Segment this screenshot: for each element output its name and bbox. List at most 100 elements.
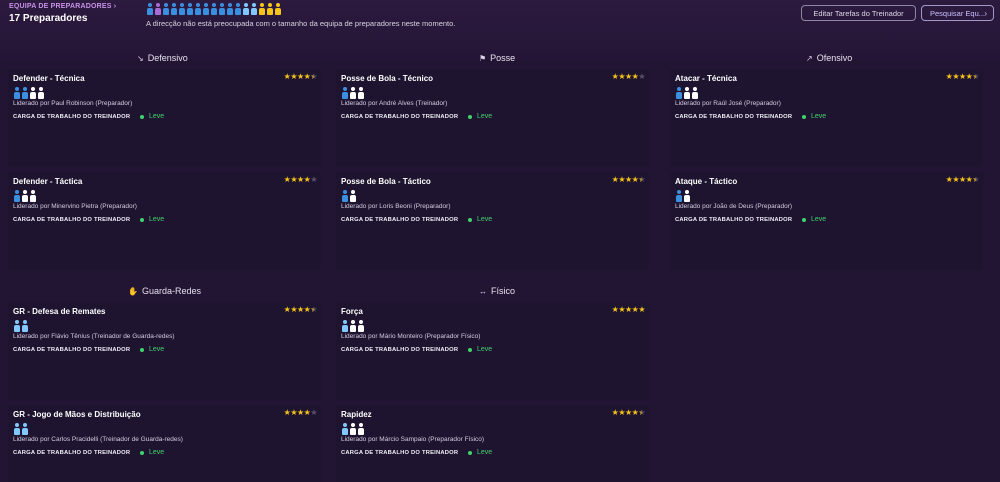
staff-assigned: [13, 87, 45, 99]
card-title[interactable]: Atacar - Técnica: [675, 74, 737, 83]
attacking-icon: ↗: [806, 53, 813, 63]
workload-label: CARGA DE TRABALHO DO TREINADOR: [341, 217, 459, 223]
training-card[interactable]: Posse de Bola - Táctico ★★★★★ Liderado por…: [336, 172, 649, 270]
section-defensivo: ↘ Defensivo: [137, 53, 188, 63]
person-icon: [691, 87, 698, 99]
page-title: 17 Preparadores: [9, 13, 88, 24]
workload-value: Leve: [811, 113, 827, 120]
star-rating: ★★★★★: [284, 175, 318, 184]
staff-assigned: [341, 87, 365, 99]
card-title[interactable]: Ataque - Táctico: [675, 177, 737, 186]
card-leader: Liderado por Mário Monteiro (Preparador …: [341, 333, 481, 340]
star-icon: ★: [310, 305, 317, 314]
star-icon: ★: [296, 305, 304, 314]
staff-assigned: [341, 320, 365, 332]
workload-dot-icon: [468, 218, 472, 222]
workload-dot-icon: [468, 115, 472, 119]
defending-icon: ↘: [137, 53, 144, 63]
training-card[interactable]: Atacar - Técnica ★★★★★ Liderado por Raúl J…: [670, 69, 983, 167]
workload-value: Leve: [149, 449, 165, 456]
training-card[interactable]: GR - Jogo de Mãos e Distribuição ★★★★★ Lid…: [8, 405, 321, 482]
card-title[interactable]: GR - Jogo de Mãos e Distribuição: [13, 410, 141, 419]
person-icon: [21, 423, 28, 435]
card-leader: Liderado por Raúl José (Preparador): [675, 100, 781, 107]
card-leader: Liderado por André Alves (Treinador): [341, 100, 448, 107]
staff-assigned: [675, 87, 699, 99]
star-icon: ★: [638, 408, 645, 417]
breadcrumb[interactable]: EQUIPA DE PREPARADORES ›: [9, 3, 116, 10]
training-card[interactable]: Força ★★★★★ Liderado por Mário Monteiro (P…: [336, 302, 649, 400]
card-title[interactable]: Força: [341, 307, 363, 316]
star-icon: ★: [952, 72, 959, 81]
person-icon: [357, 87, 364, 99]
person-icon: [210, 3, 217, 15]
person-icon: [170, 3, 177, 15]
person-icon: [349, 423, 356, 435]
workload-value: Leve: [477, 449, 493, 456]
breadcrumb-label: EQUIPA DE PREPARADORES: [9, 3, 112, 10]
star-icon: ★: [618, 408, 625, 417]
workload-label: CARGA DE TRABALHO DO TREINADOR: [341, 114, 459, 120]
training-card[interactable]: Rapidez ★★★★★ Liderado por Márcio Sampaio …: [336, 405, 649, 482]
star-icon: ★: [638, 175, 645, 184]
person-icon: [29, 87, 36, 99]
workload-dot-icon: [140, 451, 144, 455]
star-rating: ★★★★★: [284, 72, 318, 81]
workload-value: Leve: [477, 113, 493, 120]
card-title[interactable]: Rapidez: [341, 410, 372, 419]
card-title[interactable]: Posse de Bola - Técnico: [341, 74, 433, 83]
card-title[interactable]: Defender - Táctica: [13, 177, 82, 186]
star-icon: ★: [618, 72, 625, 81]
person-icon: [274, 3, 281, 15]
search-staff-button[interactable]: Pesquisar Equ... ›: [921, 5, 994, 21]
star-icon: ★: [296, 175, 304, 184]
person-icon: [186, 3, 193, 15]
workload-value: Leve: [477, 346, 493, 353]
training-card[interactable]: Defender - Técnica ★★★★★ Liderado por Paul…: [8, 69, 321, 167]
section-ofensivo-label: Ofensivo: [816, 53, 853, 63]
edit-coach-duties-button[interactable]: Editar Tarefas do Treinador: [801, 5, 916, 21]
person-icon: [683, 87, 690, 99]
card-leader: Liderado por Carlos Pracidelli (Treinado…: [13, 436, 183, 443]
training-card[interactable]: Ataque - Táctico ★★★★★ Liderado por João d…: [670, 172, 983, 270]
goalkeeper-icon: ✋: [128, 286, 138, 296]
star-icon: ★: [296, 72, 304, 81]
star-icon: ★: [624, 72, 632, 81]
card-title[interactable]: Posse de Bola - Táctico: [341, 177, 431, 186]
person-icon: [357, 423, 364, 435]
chevron-right-icon: ›: [113, 3, 117, 10]
card-leader: Liderado por Márcio Sampaio (Preparador …: [341, 436, 485, 443]
training-card[interactable]: Posse de Bola - Técnico ★★★★★ Liderado por…: [336, 69, 649, 167]
person-icon: [226, 3, 233, 15]
workload-dot-icon: [802, 218, 806, 222]
section-ofensivo: ↗ Ofensivo: [806, 53, 852, 63]
star-icon: ★: [296, 408, 304, 417]
star-rating: ★★★★★: [612, 408, 646, 417]
page-header: EQUIPA DE PREPARADORES › 17 Preparadores …: [0, 0, 1000, 40]
card-title[interactable]: GR - Defesa de Remates: [13, 307, 105, 316]
search-staff-label: Pesquisar Equ...: [929, 9, 986, 18]
person-icon: [349, 320, 356, 332]
person-icon: [194, 3, 201, 15]
section-guarda-redes-label: Guarda-Redes: [141, 286, 202, 296]
person-icon: [683, 190, 690, 202]
training-card[interactable]: GR - Defesa de Remates ★★★★★ Liderado por …: [8, 302, 321, 400]
person-icon: [146, 3, 153, 15]
training-card[interactable]: Defender - Táctica ★★★★★ Liderado por Mine…: [8, 172, 321, 270]
person-icon: [178, 3, 185, 15]
star-icon: ★: [624, 175, 632, 184]
chevron-right-icon: ›: [984, 9, 987, 18]
star-icon: ★: [958, 175, 966, 184]
person-icon: [341, 87, 348, 99]
staff-icons-row: [146, 3, 282, 15]
board-message: A direcção não está preocupada com o tam…: [146, 19, 456, 28]
workload-dot-icon: [140, 218, 144, 222]
staff-assigned: [13, 423, 29, 435]
star-icon: ★: [972, 175, 979, 184]
workload-label: CARGA DE TRABALHO DO TREINADOR: [13, 347, 131, 353]
star-icon: ★: [290, 72, 297, 81]
section-fisico-label: Físico: [491, 286, 516, 296]
person-icon: [349, 87, 356, 99]
person-icon: [21, 190, 28, 202]
card-title[interactable]: Defender - Técnica: [13, 74, 85, 83]
